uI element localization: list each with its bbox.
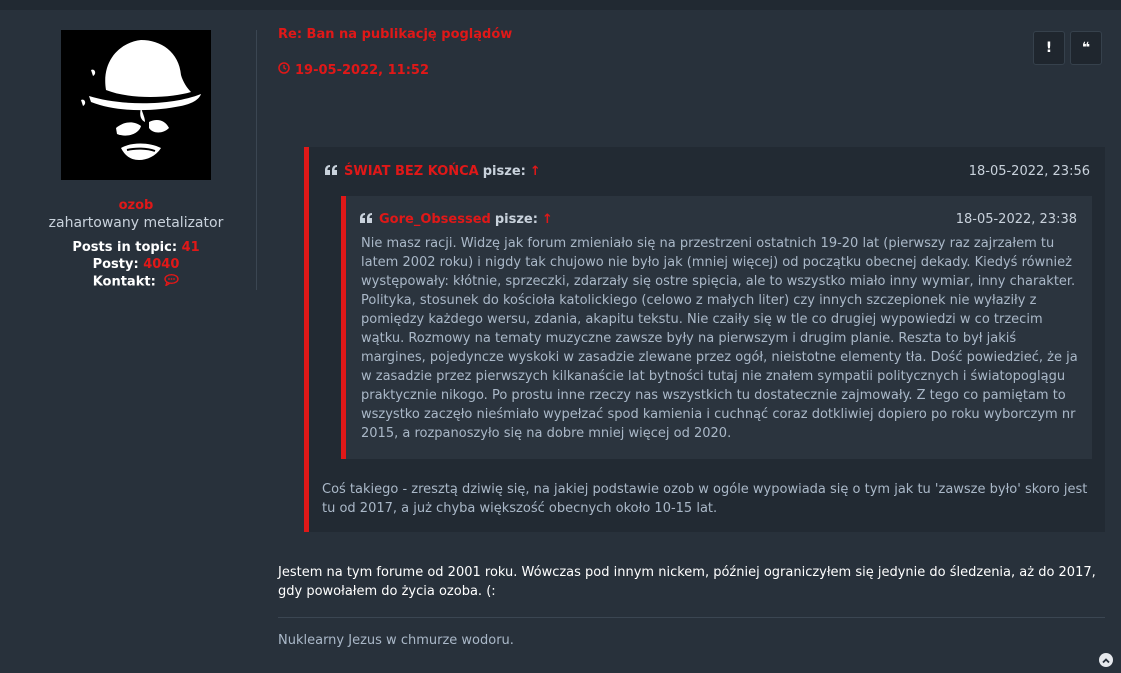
stat-posts: Posty: 4040 [0, 257, 272, 272]
quote-date: 18-05-2022, 23:38 [955, 212, 1077, 227]
stat-value[interactable]: 4040 [143, 257, 179, 272]
quote-date: 18-05-2022, 23:56 [968, 164, 1090, 179]
quote-icon [325, 164, 338, 179]
post-title[interactable]: Re: Ban na publikację poglądów [278, 27, 512, 42]
go-to-quoted-post-link[interactable]: ↑ [530, 164, 541, 179]
go-to-quoted-post-link[interactable]: ↑ [542, 212, 553, 227]
avatar[interactable] [61, 30, 211, 180]
quote-says: pisze: [494, 212, 538, 227]
stat-label: Kontakt: [92, 274, 156, 290]
quote-header: Gore_Obsessed pisze: ↑ [360, 212, 553, 227]
stat-label: Posty: [92, 257, 139, 272]
quote-header: ŚWIAT BEZ KOŃCA pisze: ↑ [325, 164, 541, 179]
post-date[interactable]: 19-05-2022, 11:52 [278, 62, 429, 78]
username[interactable]: ozob [0, 198, 272, 213]
stat-label: Posts in topic: [72, 240, 178, 255]
clock-icon [278, 62, 295, 78]
top-bar [0, 0, 1121, 10]
quote-block-inner: Gore_Obsessed pisze: ↑ 18-05-2022, 23:38… [341, 196, 1092, 459]
stat-contact: Kontakt: [0, 273, 272, 290]
post-profile: ozob zahartowany metalizator Posts in to… [0, 10, 258, 673]
post-date-text: 19-05-2022, 11:52 [295, 62, 429, 78]
stat-posts-in-topic: Posts in topic: 41 [0, 240, 272, 255]
stat-value[interactable]: 41 [182, 240, 200, 255]
quote-body: Coś takiego - zresztą dziwię się, na jak… [322, 482, 1088, 516]
chevron-up-icon [1101, 651, 1111, 670]
quote-author[interactable]: ŚWIAT BEZ KOŃCA [344, 164, 479, 179]
report-button[interactable]: ! [1033, 31, 1065, 65]
signature-divider [278, 617, 1105, 618]
quote-block-outer: ŚWIAT BEZ KOŃCA pisze: ↑ 18-05-2022, 23:… [304, 147, 1105, 532]
quote-button[interactable]: ❝ [1070, 31, 1102, 65]
quote-says: pisze: [482, 164, 526, 179]
back-to-top-button[interactable] [1099, 653, 1113, 667]
chat-bubble-icon[interactable] [164, 273, 179, 290]
quote-author[interactable]: Gore_Obsessed [379, 212, 491, 227]
user-rank: zahartowany metalizator [48, 215, 224, 231]
profile-divider [256, 30, 257, 290]
quote-body: Nie masz racji. Widzę jak forum zmieniał… [361, 236, 1078, 441]
quote-icon [360, 212, 373, 227]
signature: Nuklearny Jezus w chmurze wodoru. [278, 633, 514, 648]
post-body: Jestem na tym forume od 2001 roku. Wówcz… [278, 565, 1096, 599]
